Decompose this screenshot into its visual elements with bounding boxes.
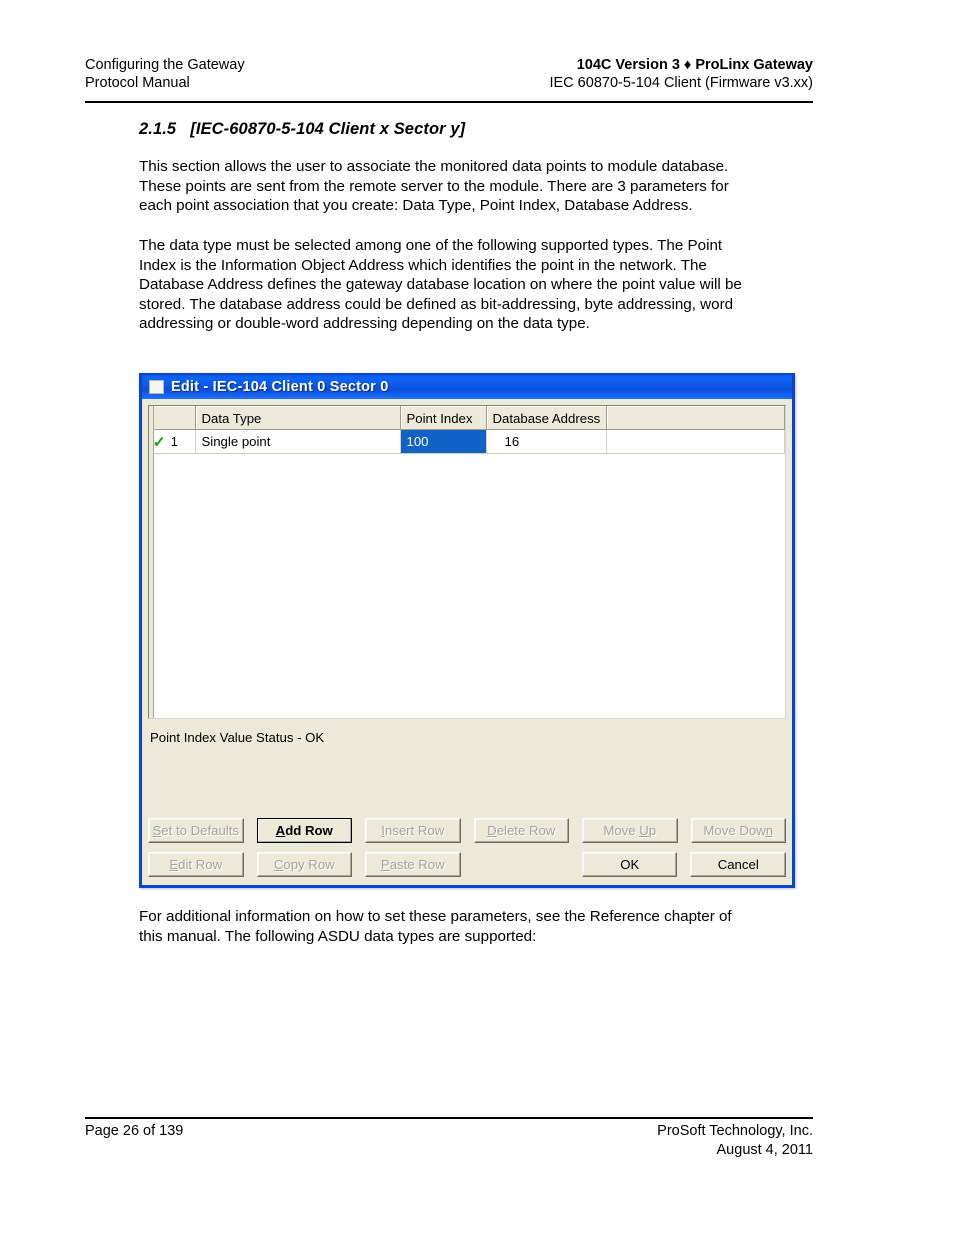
move-up-accel: U — [639, 823, 649, 838]
set-to-defaults-button[interactable]: Set to Defaults — [148, 818, 244, 843]
cancel-button[interactable]: Cancel — [690, 852, 786, 877]
delete-row-button[interactable]: Delete Row — [473, 818, 569, 843]
move-up-button[interactable]: Move Up — [582, 818, 678, 843]
move-up-label-b: p — [648, 823, 657, 838]
footer-date: August 4, 2011 — [716, 1142, 813, 1158]
move-up-label-a: Move — [603, 823, 640, 838]
page-header: Configuring the Gateway Protocol Manual … — [85, 56, 813, 92]
footer-divider — [85, 1117, 813, 1119]
row-indicator-cell[interactable]: ✓ 1 — [149, 429, 196, 454]
insert-row-button[interactable]: Insert Row — [365, 818, 461, 843]
page-title: 2.1.5 [IEC-60870-5-104 Client x Sector y… — [139, 120, 465, 139]
add-row-label: dd Row — [285, 823, 333, 838]
section-title: [IEC-60870-5-104 Client x Sector y] — [190, 120, 466, 138]
dialog-body: Data Type Point Index Database Address ✓… — [142, 399, 792, 885]
delete-row-label: elete Row — [496, 823, 556, 838]
set-to-defaults-accel: S — [152, 823, 162, 838]
window-square-icon — [149, 380, 164, 394]
copy-row-button[interactable]: Copy Row — [256, 852, 353, 877]
paragraph-reference: For additional information on how to set… — [139, 908, 732, 945]
paste-row-button[interactable]: Paste Row — [365, 852, 461, 877]
cell-point-index[interactable]: 100 — [400, 429, 487, 454]
set-to-defaults-label: et to Defaults — [161, 823, 239, 838]
footer-page-number: Page 26 of 139 — [85, 1123, 184, 1139]
button-row-secondary: Edit Row Copy Row Paste Row OK Cancel — [148, 852, 786, 877]
move-down-accel: n — [765, 823, 774, 838]
header-divider — [85, 101, 813, 103]
add-row-button[interactable]: Add Row — [256, 818, 352, 843]
header-left-line2: Protocol Manual — [85, 75, 190, 91]
move-down-label-a: Move Dow — [703, 823, 766, 838]
add-row-accel: A — [275, 823, 286, 838]
row-number: 1 — [170, 434, 178, 449]
table-header-row: Data Type Point Index Database Address — [149, 406, 785, 430]
edit-dialog-window: Edit - IEC-104 Client 0 Sector 0 Data Ty… — [139, 373, 795, 888]
ok-button[interactable]: OK — [581, 852, 678, 877]
header-left-line1: Configuring the Gateway — [85, 57, 245, 73]
header-right-line1: 104C Version 3 ♦ ProLinx Gateway — [576, 57, 813, 73]
copy-row-label: opy Row — [283, 857, 335, 872]
column-header-extra[interactable] — [606, 406, 785, 430]
page-footer: Page 26 of 139 ProSoft Technology, Inc. … — [85, 1122, 813, 1160]
cell-extra — [606, 429, 785, 454]
delete-row-accel: D — [487, 823, 497, 838]
grid-left-rail — [149, 406, 154, 718]
cell-database-address[interactable]: 16 — [486, 429, 607, 454]
status-area: Point Index Value Status - OK — [148, 724, 786, 818]
button-row-primary: Set to Defaults Add Row Insert Row Delet… — [148, 818, 786, 843]
move-down-button[interactable]: Move Dow n — [690, 818, 786, 843]
button-row-spacer — [474, 852, 569, 877]
column-header-point-index[interactable]: Point Index — [400, 406, 487, 430]
table-header: Data Type Point Index Database Address — [149, 406, 785, 430]
paragraph-intro: This section allows the user to associat… — [139, 158, 729, 215]
table-body: ✓ 1 Single point 100 16 — [149, 429, 785, 454]
cell-data-type[interactable]: Single point — [195, 429, 401, 454]
header-left: Configuring the Gateway Protocol Manual — [85, 56, 245, 92]
points-grid[interactable]: Data Type Point Index Database Address ✓… — [148, 405, 786, 719]
paragraph-datatype: The data type must be selected among one… — [139, 237, 742, 333]
footer-company: ProSoft Technology, Inc. — [657, 1123, 813, 1139]
paste-row-accel: P — [380, 857, 390, 872]
footer-right: ProSoft Technology, Inc. August 4, 2011 — [657, 1122, 813, 1160]
column-header-data-type[interactable]: Data Type — [195, 406, 401, 430]
edit-row-accel: E — [169, 857, 179, 872]
header-right: 104C Version 3 ♦ ProLinx Gateway IEC 608… — [549, 56, 813, 92]
insert-row-label: nsert Row — [384, 823, 445, 838]
edit-row-button[interactable]: Edit Row — [148, 852, 244, 877]
paste-row-label: aste Row — [389, 857, 445, 872]
dialog-title: Edit - IEC-104 Client 0 Sector 0 — [171, 379, 389, 395]
points-table: Data Type Point Index Database Address ✓… — [149, 406, 785, 454]
table-row[interactable]: ✓ 1 Single point 100 16 — [149, 429, 785, 454]
edit-row-label: dit Row — [178, 857, 223, 872]
copy-row-accel: C — [273, 857, 284, 872]
column-header-database-address[interactable]: Database Address — [486, 406, 607, 430]
header-right-line2: IEC 60870-5-104 Client (Firmware v3.xx) — [549, 75, 813, 91]
dialog-titlebar[interactable]: Edit - IEC-104 Client 0 Sector 0 — [139, 373, 795, 399]
section-number: 2.1.5 — [139, 120, 177, 138]
status-badge: Point Index Value Status - OK — [150, 730, 325, 745]
check-icon: ✓ — [152, 434, 166, 451]
column-header-indicator[interactable] — [149, 406, 196, 430]
